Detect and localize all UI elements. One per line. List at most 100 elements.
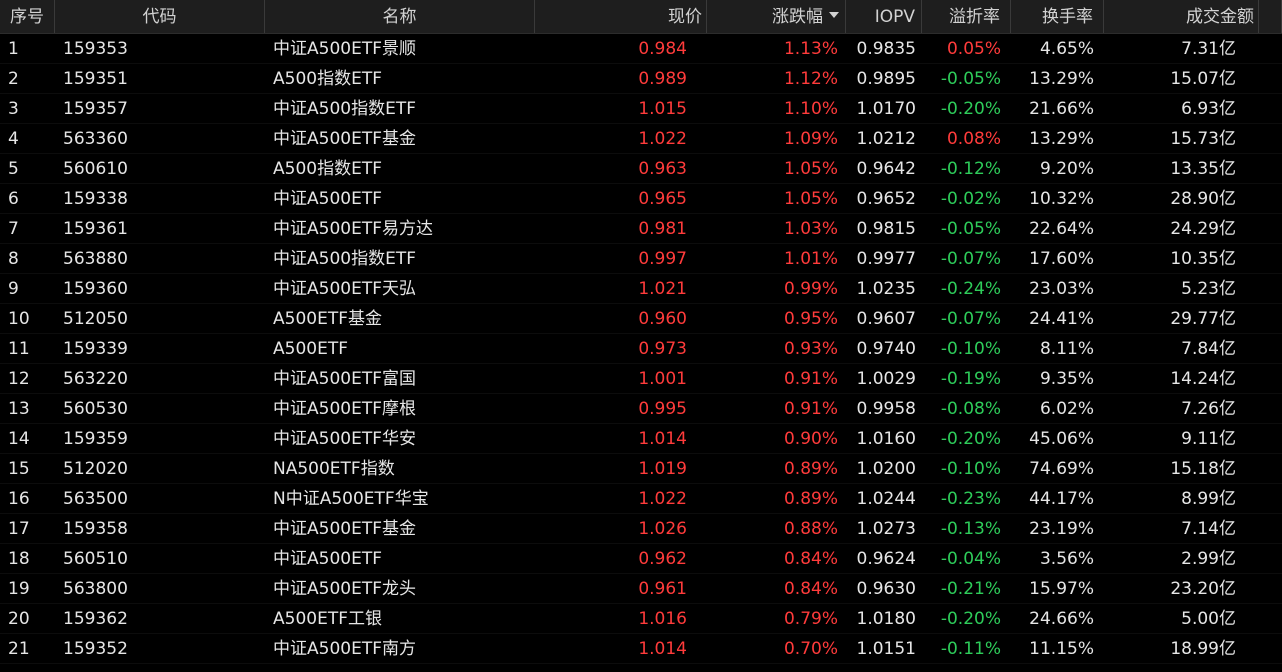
cell-iopv: 1.0235 bbox=[856, 279, 916, 299]
cell-idx: 11 bbox=[8, 339, 30, 359]
table-row[interactable]: 7 159361 中证A500ETF易方达 0.981 1.03% 0.9815 -0.05… bbox=[0, 214, 1282, 244]
table-row[interactable]: 12 563220 中证A500ETF富国 1.001 0.91% 1.0029 -0.19… bbox=[0, 364, 1282, 394]
cell-iopv: 1.0273 bbox=[856, 519, 916, 539]
cell-turnover: 13.29% bbox=[1029, 69, 1094, 89]
cell-premium: -0.24% bbox=[940, 279, 1001, 299]
table-row[interactable]: 13 560530 中证A500ETF摩根 0.995 0.91% 0.9958 -0.08… bbox=[0, 394, 1282, 424]
cell-iopv: 0.9624 bbox=[856, 549, 916, 569]
cell-idx: 19 bbox=[8, 579, 30, 599]
table-row[interactable]: 15 512020 NA500ETF指数 1.019 0.89% 1.0200 -0.10%… bbox=[0, 454, 1282, 484]
cell-code: 563220 bbox=[63, 369, 128, 389]
cell-change: 0.90% bbox=[783, 429, 838, 449]
cell-price: 1.022 bbox=[638, 489, 687, 509]
cell-premium: -0.07% bbox=[940, 249, 1001, 269]
cell-idx: 10 bbox=[8, 309, 30, 329]
cell-code: 159357 bbox=[63, 99, 128, 119]
column-header-change[interactable]: 涨跌幅 bbox=[707, 0, 846, 33]
cell-turnover: 3.56% bbox=[1039, 549, 1094, 569]
cell-amount: 8.99亿 bbox=[1181, 489, 1236, 509]
cell-amount: 29.77亿 bbox=[1170, 309, 1236, 329]
column-header-iopv[interactable]: IOPV bbox=[846, 0, 922, 33]
table-row[interactable]: 4 563360 中证A500ETF基金 1.022 1.09% 1.0212 0.08% 1… bbox=[0, 124, 1282, 154]
cell-price: 0.981 bbox=[638, 219, 687, 239]
cell-turnover: 13.29% bbox=[1029, 129, 1094, 149]
cell-name: NA500ETF指数 bbox=[273, 459, 395, 479]
cell-premium: 0.05% bbox=[946, 39, 1001, 59]
column-header-amount[interactable]: 成交金额 bbox=[1104, 0, 1259, 33]
cell-change: 1.05% bbox=[783, 189, 838, 209]
cell-name: 中证A500ETF天弘 bbox=[273, 279, 416, 299]
column-header-price[interactable]: 现价 bbox=[535, 0, 707, 33]
table-row[interactable]: 8 563880 中证A500指数ETF 0.997 1.01% 0.9977 -0.07%… bbox=[0, 244, 1282, 274]
row-spacer bbox=[1259, 454, 1282, 483]
cell-iopv: 1.0029 bbox=[856, 369, 916, 389]
cell-name: A500ETF基金 bbox=[273, 309, 382, 329]
table-row[interactable]: 11 159339 A500ETF 0.973 0.93% 0.9740 -0.10% 8.1… bbox=[0, 334, 1282, 364]
cell-price: 0.965 bbox=[638, 189, 687, 209]
cell-turnover: 74.69% bbox=[1029, 459, 1094, 479]
cell-name: 中证A500指数ETF bbox=[273, 99, 416, 119]
table-row[interactable]: 1 159353 中证A500ETF景顺 0.984 1.13% 0.9835 0.05% 4… bbox=[0, 34, 1282, 64]
cell-amount: 7.26亿 bbox=[1181, 399, 1236, 419]
column-header-premium[interactable]: 溢折率 bbox=[922, 0, 1011, 33]
cell-iopv: 1.0170 bbox=[856, 99, 916, 119]
table-row[interactable]: 5 560610 A500指数ETF 0.963 1.05% 0.9642 -0.12% 9.… bbox=[0, 154, 1282, 184]
cell-price: 0.960 bbox=[638, 309, 687, 329]
cell-name: A500指数ETF bbox=[273, 159, 382, 179]
table-row[interactable]: 20 159362 A500ETF工银 1.016 0.79% 1.0180 -0.20% 2… bbox=[0, 604, 1282, 634]
cell-iopv: 0.9630 bbox=[856, 579, 916, 599]
cell-change: 1.12% bbox=[783, 69, 838, 89]
cell-amount: 7.31亿 bbox=[1181, 39, 1236, 59]
cell-turnover: 21.66% bbox=[1029, 99, 1094, 119]
column-header-name[interactable]: 名称 bbox=[265, 0, 535, 33]
cell-code: 563360 bbox=[63, 129, 128, 149]
cell-iopv: 1.0160 bbox=[856, 429, 916, 449]
table-row[interactable]: 19 563800 中证A500ETF龙头 0.961 0.84% 0.9630 -0.21… bbox=[0, 574, 1282, 604]
cell-code: 563500 bbox=[63, 489, 128, 509]
cell-premium: -0.20% bbox=[940, 609, 1001, 629]
cell-change: 1.03% bbox=[783, 219, 838, 239]
row-spacer bbox=[1259, 544, 1282, 573]
cell-iopv: 0.9895 bbox=[856, 69, 916, 89]
cell-price: 1.021 bbox=[638, 279, 687, 299]
table-row[interactable]: 21 159352 中证A500ETF南方 1.014 0.70% 1.0151 -0.11… bbox=[0, 634, 1282, 664]
cell-change: 0.91% bbox=[783, 369, 838, 389]
cell-change: 1.10% bbox=[783, 99, 838, 119]
cell-amount: 7.14亿 bbox=[1181, 519, 1236, 539]
cell-name: A500指数ETF bbox=[273, 69, 382, 89]
row-spacer bbox=[1259, 484, 1282, 513]
cell-name: 中证A500ETF富国 bbox=[273, 369, 416, 389]
table-row[interactable]: 3 159357 中证A500指数ETF 1.015 1.10% 1.0170 -0.20%… bbox=[0, 94, 1282, 124]
table-row[interactable]: 10 512050 A500ETF基金 0.960 0.95% 0.9607 -0.07% 2… bbox=[0, 304, 1282, 334]
cell-change: 0.89% bbox=[783, 459, 838, 479]
sort-down-icon bbox=[829, 12, 839, 18]
table-row[interactable]: 16 563500 N中证A500ETF华宝 1.022 0.89% 1.0244 -0.2… bbox=[0, 484, 1282, 514]
cell-price: 0.997 bbox=[638, 249, 687, 269]
cell-iopv: 1.0212 bbox=[856, 129, 916, 149]
cell-idx: 5 bbox=[8, 159, 19, 179]
cell-code: 159339 bbox=[63, 339, 128, 359]
cell-amount: 7.84亿 bbox=[1181, 339, 1236, 359]
column-header-idx[interactable]: 序号 bbox=[0, 0, 55, 33]
cell-iopv: 0.9740 bbox=[856, 339, 916, 359]
cell-change: 0.84% bbox=[783, 579, 838, 599]
cell-name: N中证A500ETF华宝 bbox=[273, 489, 429, 509]
cell-turnover: 23.03% bbox=[1029, 279, 1094, 299]
column-header-code[interactable]: 代码 bbox=[55, 0, 265, 33]
cell-price: 0.989 bbox=[638, 69, 687, 89]
table-row[interactable]: 6 159338 中证A500ETF 0.965 1.05% 0.9652 -0.02% 10… bbox=[0, 184, 1282, 214]
cell-idx: 20 bbox=[8, 609, 30, 629]
cell-price: 0.963 bbox=[638, 159, 687, 179]
cell-turnover: 44.17% bbox=[1029, 489, 1094, 509]
cell-premium: -0.08% bbox=[940, 399, 1001, 419]
cell-iopv: 0.9815 bbox=[856, 219, 916, 239]
table-row[interactable]: 9 159360 中证A500ETF天弘 1.021 0.99% 1.0235 -0.24%… bbox=[0, 274, 1282, 304]
table-row[interactable]: 2 159351 A500指数ETF 0.989 1.12% 0.9895 -0.05% 13… bbox=[0, 64, 1282, 94]
table-row[interactable]: 14 159359 中证A500ETF华安 1.014 0.90% 1.0160 -0.20… bbox=[0, 424, 1282, 454]
column-header-turnover[interactable]: 换手率 bbox=[1011, 0, 1104, 33]
cell-iopv: 0.9977 bbox=[856, 249, 916, 269]
cell-iopv: 1.0200 bbox=[856, 459, 916, 479]
cell-name: 中证A500ETF景顺 bbox=[273, 39, 416, 59]
table-row[interactable]: 17 159358 中证A500ETF基金 1.026 0.88% 1.0273 -0.13… bbox=[0, 514, 1282, 544]
table-row[interactable]: 18 560510 中证A500ETF 0.962 0.84% 0.9624 -0.04% 3… bbox=[0, 544, 1282, 574]
